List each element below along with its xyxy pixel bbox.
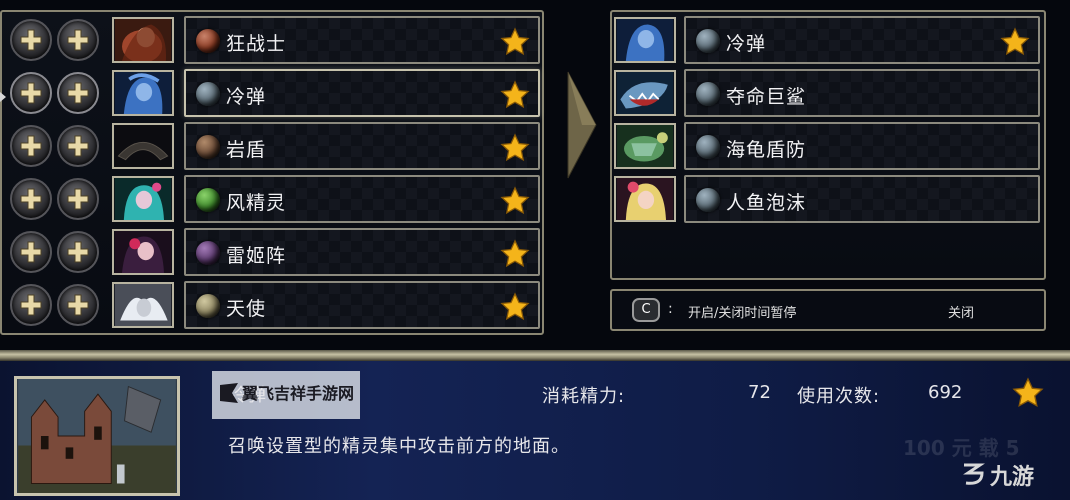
skill-slot[interactable]: 风精灵 bbox=[184, 175, 540, 223]
element-orb-icon bbox=[196, 82, 220, 106]
skill-slot[interactable]: 雷姬阵 bbox=[184, 228, 540, 276]
dpad-button-left-icon[interactable] bbox=[10, 178, 52, 220]
skill-slot[interactable]: 人鱼泡沫 bbox=[684, 175, 1040, 223]
rock-shield-portrait bbox=[112, 123, 174, 169]
element-orb-icon bbox=[196, 294, 220, 318]
element-orb-icon bbox=[196, 29, 220, 53]
skill-slot[interactable]: 夺命巨鲨 bbox=[684, 69, 1040, 117]
dpad-button-left-icon[interactable] bbox=[10, 125, 52, 167]
skill-slot-selected[interactable]: 冷弹 bbox=[184, 69, 540, 117]
dpad-button-left-icon[interactable] bbox=[10, 72, 52, 114]
loadout-row-2[interactable]: 冷弹 bbox=[2, 69, 542, 119]
close-button[interactable]: 关闭 bbox=[948, 302, 974, 321]
element-orb-icon bbox=[196, 135, 220, 159]
available-row-3[interactable]: 海龟盾防 bbox=[612, 122, 1044, 172]
wind-spirit-portrait bbox=[112, 176, 174, 222]
watermark-logo-icon bbox=[220, 383, 238, 403]
dpad-button-right-icon[interactable] bbox=[57, 19, 99, 61]
killer-shark-portrait bbox=[614, 70, 676, 116]
castle-scene-image bbox=[14, 376, 180, 496]
loadout-panel: 狂战士 冷弹 岩盾 风精灵 雷姬阵 天使 bbox=[0, 10, 544, 335]
element-orb-icon bbox=[196, 241, 220, 265]
cold-bullet-portrait bbox=[112, 70, 174, 116]
mermaid-foam-portrait bbox=[614, 176, 676, 222]
cold-bullet-portrait bbox=[614, 17, 676, 63]
dpad-button-right-icon[interactable] bbox=[57, 231, 99, 273]
cost-value: 72 bbox=[748, 382, 771, 403]
c-key-button[interactable]: C bbox=[632, 298, 660, 322]
dpad-button-right-icon[interactable] bbox=[57, 72, 99, 114]
skill-info-panel: 冷弹 翼飞吉祥手游网 消耗精力: 72 使用次数: 692 召唤设置型的精灵集中… bbox=[0, 361, 1070, 500]
skill-slot[interactable]: 狂战士 bbox=[184, 16, 540, 64]
skill-name: 海龟盾防 bbox=[726, 139, 807, 161]
element-orb-icon bbox=[696, 29, 720, 53]
star-icon bbox=[500, 292, 530, 321]
hint-colon: : bbox=[668, 301, 673, 317]
cost-label: 消耗精力: bbox=[542, 386, 626, 407]
element-orb-icon bbox=[196, 188, 220, 212]
uses-label: 使用次数: bbox=[797, 386, 881, 407]
skill-name: 狂战士 bbox=[226, 33, 287, 55]
element-orb-icon bbox=[696, 82, 720, 106]
dpad-button-left-icon[interactable] bbox=[10, 19, 52, 61]
dpad-button-left-icon[interactable] bbox=[10, 284, 52, 326]
thunder-princess-portrait bbox=[112, 229, 174, 275]
jiuyou-logo-icon bbox=[963, 463, 985, 485]
loadout-row-4[interactable]: 风精灵 bbox=[2, 175, 542, 225]
skill-name: 雷姬阵 bbox=[226, 245, 287, 267]
watermark-text: 翼飞吉祥手游网 bbox=[242, 384, 355, 403]
star-icon bbox=[500, 27, 530, 56]
skill-name: 岩盾 bbox=[226, 139, 267, 161]
swap-arrow-icon bbox=[567, 71, 597, 179]
star-icon bbox=[1012, 377, 1044, 407]
available-skills-panel: 冷弹 夺命巨鲨 海龟盾防 人鱼泡沫 bbox=[610, 10, 1046, 280]
skill-slot[interactable]: 海龟盾防 bbox=[684, 122, 1040, 170]
dpad-button-left-icon[interactable] bbox=[10, 231, 52, 273]
loadout-row-1[interactable]: 狂战士 bbox=[2, 16, 542, 66]
element-orb-icon bbox=[696, 135, 720, 159]
berserker-portrait bbox=[112, 17, 174, 63]
skill-slot[interactable]: 天使 bbox=[184, 281, 540, 329]
time-pause-hint: 开启/关闭时间暂停 bbox=[688, 306, 797, 321]
loadout-row-5[interactable]: 雷姬阵 bbox=[2, 228, 542, 278]
star-icon bbox=[500, 133, 530, 162]
loadout-row-3[interactable]: 岩盾 bbox=[2, 122, 542, 172]
skill-name: 夺命巨鲨 bbox=[726, 86, 807, 108]
skill-name: 人鱼泡沫 bbox=[726, 192, 807, 214]
skill-name: 天使 bbox=[226, 298, 267, 320]
info-divider bbox=[0, 350, 1070, 361]
star-icon bbox=[500, 80, 530, 109]
skill-slot[interactable]: 冷弹 bbox=[684, 16, 1040, 64]
control-hint-bar: C : 开启/关闭时间暂停 关闭 bbox=[610, 289, 1046, 331]
available-row-4[interactable]: 人鱼泡沫 bbox=[612, 175, 1044, 225]
star-icon bbox=[500, 239, 530, 268]
dpad-button-right-icon[interactable] bbox=[57, 284, 99, 326]
dpad-button-right-icon[interactable] bbox=[57, 178, 99, 220]
loadout-row-6[interactable]: 天使 bbox=[2, 281, 542, 331]
skill-name: 冷弹 bbox=[726, 33, 767, 55]
star-icon bbox=[500, 186, 530, 215]
jiuyou-logo-text: 九游 bbox=[990, 465, 1035, 490]
element-orb-icon bbox=[696, 188, 720, 212]
available-row-2[interactable]: 夺命巨鲨 bbox=[612, 69, 1044, 119]
skill-name: 风精灵 bbox=[226, 192, 287, 214]
turtle-shield-portrait bbox=[614, 123, 676, 169]
skill-description: 召唤设置型的精灵集中攻击前方的地面。 bbox=[228, 436, 570, 457]
angel-portrait bbox=[112, 282, 174, 328]
skill-name: 冷弹 bbox=[226, 86, 267, 108]
available-row-1[interactable]: 冷弹 bbox=[612, 16, 1044, 66]
skill-slot[interactable]: 岩盾 bbox=[184, 122, 540, 170]
uses-value: 692 bbox=[928, 382, 963, 403]
dpad-button-right-icon[interactable] bbox=[57, 125, 99, 167]
faded-background-text: 100 元 载 5 bbox=[903, 436, 1020, 460]
star-icon bbox=[1000, 27, 1030, 56]
